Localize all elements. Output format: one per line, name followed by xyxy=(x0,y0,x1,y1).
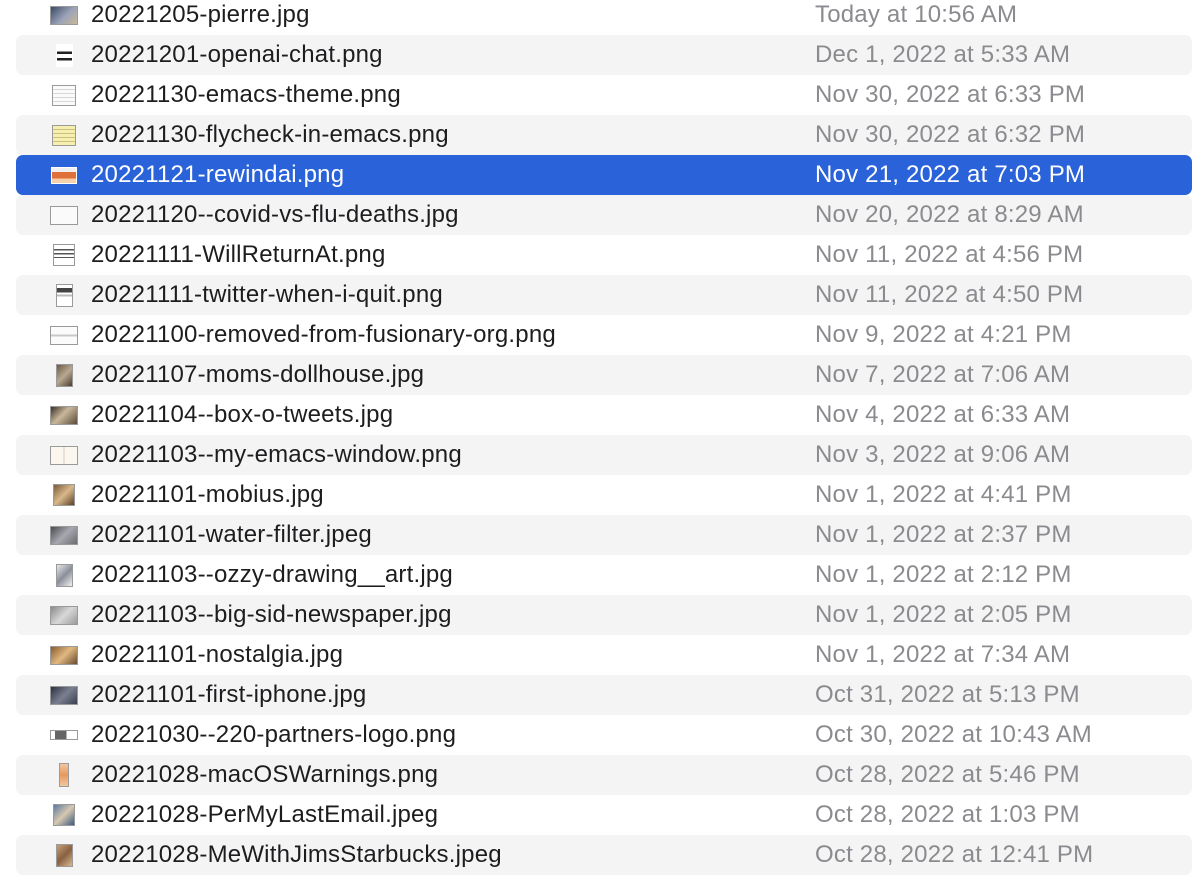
file-row[interactable]: 20221201-openai-chat.png Dec 1, 2022 at … xyxy=(16,35,1192,75)
screenshot-thumbnail-icon xyxy=(50,163,78,187)
file-row[interactable]: 20221030--220-partners-logo.png Oct 30, … xyxy=(16,715,1192,755)
screenshot-thumbnail-icon xyxy=(50,723,78,747)
file-date: Nov 30, 2022 at 6:33 PM xyxy=(815,81,1086,108)
file-date: Dec 1, 2022 at 5:33 AM xyxy=(815,41,1071,68)
file-row[interactable]: 20221107-moms-dollhouse.jpg Nov 7, 2022 … xyxy=(16,355,1192,395)
file-date: Oct 28, 2022 at 5:46 PM xyxy=(815,761,1080,788)
file-row[interactable]: 20221101-first-iphone.jpg Oct 31, 2022 a… xyxy=(16,675,1192,715)
file-date: Nov 20, 2022 at 8:29 AM xyxy=(815,201,1084,228)
file-name: 20221028-MeWithJimsStarbucks.jpeg xyxy=(91,841,502,868)
file-name: 20221121-rewindai.png xyxy=(91,161,345,188)
file-row[interactable]: 20221101-water-filter.jpeg Nov 1, 2022 a… xyxy=(16,515,1192,555)
file-date: Nov 3, 2022 at 9:06 AM xyxy=(815,441,1071,468)
file-name: 20221130-emacs-theme.png xyxy=(91,81,401,108)
file-name: 20221030--220-partners-logo.png xyxy=(91,721,457,748)
file-row[interactable]: 20221103--big-sid-newspaper.jpg Nov 1, 2… xyxy=(16,595,1192,635)
photo-thumbnail-icon xyxy=(50,603,78,627)
file-date: Oct 31, 2022 at 5:13 PM xyxy=(815,681,1080,708)
photo-thumbnail-icon xyxy=(50,523,78,547)
file-date: Nov 1, 2022 at 2:37 PM xyxy=(815,521,1072,548)
file-row[interactable]: 20221100-removed-from-fusionary-org.png … xyxy=(16,315,1192,355)
file-row[interactable]: 20221120--covid-vs-flu-deaths.jpg Nov 20… xyxy=(16,195,1192,235)
screenshot-thumbnail-icon xyxy=(50,763,78,787)
file-name: 20221201-openai-chat.png xyxy=(91,41,383,68)
screenshot-thumbnail-icon xyxy=(50,283,78,307)
file-row[interactable]: 20221111-WillReturnAt.png Nov 11, 2022 a… xyxy=(16,235,1192,275)
photo-thumbnail-icon xyxy=(50,843,78,867)
file-row[interactable]: 20221028-PerMyLastEmail.jpeg Oct 28, 202… xyxy=(16,795,1192,835)
file-date: Nov 1, 2022 at 2:12 PM xyxy=(815,561,1072,588)
file-row[interactable]: 20221130-emacs-theme.png Nov 30, 2022 at… xyxy=(16,75,1192,115)
photo-thumbnail-icon xyxy=(50,483,78,507)
file-date: Oct 30, 2022 at 10:43 AM xyxy=(815,721,1092,748)
screenshot-thumbnail-icon xyxy=(50,83,78,107)
file-list: 20221205-pierre.jpg Today at 10:56 AM 20… xyxy=(16,0,1192,875)
file-name: 20221101-water-filter.jpeg xyxy=(91,521,372,548)
file-name: 20221100-removed-from-fusionary-org.png xyxy=(91,321,556,348)
file-name: 20221130-flycheck-in-emacs.png xyxy=(91,121,449,148)
screenshot-thumbnail-icon xyxy=(50,443,78,467)
file-name: 20221101-first-iphone.jpg xyxy=(91,681,367,708)
file-date: Nov 11, 2022 at 4:50 PM xyxy=(815,281,1084,308)
file-name: 20221103--ozzy-drawing__art.jpg xyxy=(91,561,453,588)
file-row-selected[interactable]: 20221121-rewindai.png Nov 21, 2022 at 7:… xyxy=(16,155,1192,195)
file-date: Nov 30, 2022 at 6:32 PM xyxy=(815,121,1086,148)
screenshot-thumbnail-icon xyxy=(50,243,78,267)
screenshot-thumbnail-icon xyxy=(50,323,78,347)
file-date: Today at 10:56 AM xyxy=(815,1,1018,28)
file-row[interactable]: 20221111-twitter-when-i-quit.png Nov 11,… xyxy=(16,275,1192,315)
file-name: 20221107-moms-dollhouse.jpg xyxy=(91,361,425,388)
file-row[interactable]: 20221130-flycheck-in-emacs.png Nov 30, 2… xyxy=(16,115,1192,155)
photo-thumbnail-icon xyxy=(50,363,78,387)
file-row[interactable]: 20221101-nostalgia.jpg Nov 1, 2022 at 7:… xyxy=(16,635,1192,675)
photo-thumbnail-icon xyxy=(50,803,78,827)
file-row[interactable]: 20221028-macOSWarnings.png Oct 28, 2022 … xyxy=(16,755,1192,795)
file-row[interactable]: 20221104--box-o-tweets.jpg Nov 4, 2022 a… xyxy=(16,395,1192,435)
screenshot-thumbnail-icon xyxy=(50,123,78,147)
photo-thumbnail-icon xyxy=(50,3,78,27)
file-date: Nov 21, 2022 at 7:03 PM xyxy=(815,161,1086,188)
file-name: 20221120--covid-vs-flu-deaths.jpg xyxy=(91,201,459,228)
file-name: 20221028-PerMyLastEmail.jpeg xyxy=(91,801,439,828)
photo-thumbnail-icon xyxy=(50,563,78,587)
file-date: Nov 11, 2022 at 4:56 PM xyxy=(815,241,1084,268)
file-row[interactable]: 20221101-mobius.jpg Nov 1, 2022 at 4:41 … xyxy=(16,475,1192,515)
file-name: 20221101-mobius.jpg xyxy=(91,481,324,508)
file-date: Nov 1, 2022 at 2:05 PM xyxy=(815,601,1072,628)
file-name: 20221103--big-sid-newspaper.jpg xyxy=(91,601,452,628)
file-row[interactable]: 20221205-pierre.jpg Today at 10:56 AM xyxy=(16,0,1192,35)
file-date: Nov 7, 2022 at 7:06 AM xyxy=(815,361,1071,388)
file-date: Oct 28, 2022 at 1:03 PM xyxy=(815,801,1080,828)
file-date: Nov 4, 2022 at 6:33 AM xyxy=(815,401,1071,428)
screenshot-thumbnail-icon xyxy=(50,43,78,67)
file-name: 20221028-macOSWarnings.png xyxy=(91,761,439,788)
file-date: Nov 1, 2022 at 4:41 PM xyxy=(815,481,1072,508)
file-name: 20221111-WillReturnAt.png xyxy=(91,241,386,268)
file-name: 20221101-nostalgia.jpg xyxy=(91,641,344,668)
file-row[interactable]: 20221028-MeWithJimsStarbucks.jpeg Oct 28… xyxy=(16,835,1192,875)
photo-thumbnail-icon xyxy=(50,683,78,707)
file-row[interactable]: 20221103--ozzy-drawing__art.jpg Nov 1, 2… xyxy=(16,555,1192,595)
photo-thumbnail-icon xyxy=(50,403,78,427)
photo-thumbnail-icon xyxy=(50,203,78,227)
file-name: 20221111-twitter-when-i-quit.png xyxy=(91,281,443,308)
file-row[interactable]: 20221103--my-emacs-window.png Nov 3, 202… xyxy=(16,435,1192,475)
file-name: 20221205-pierre.jpg xyxy=(91,1,310,28)
file-date: Nov 9, 2022 at 4:21 PM xyxy=(815,321,1072,348)
photo-thumbnail-icon xyxy=(50,643,78,667)
file-name: 20221104--box-o-tweets.jpg xyxy=(91,401,394,428)
file-name: 20221103--my-emacs-window.png xyxy=(91,441,462,468)
file-date: Nov 1, 2022 at 7:34 AM xyxy=(815,641,1071,668)
file-date: Oct 28, 2022 at 12:41 PM xyxy=(815,841,1094,868)
